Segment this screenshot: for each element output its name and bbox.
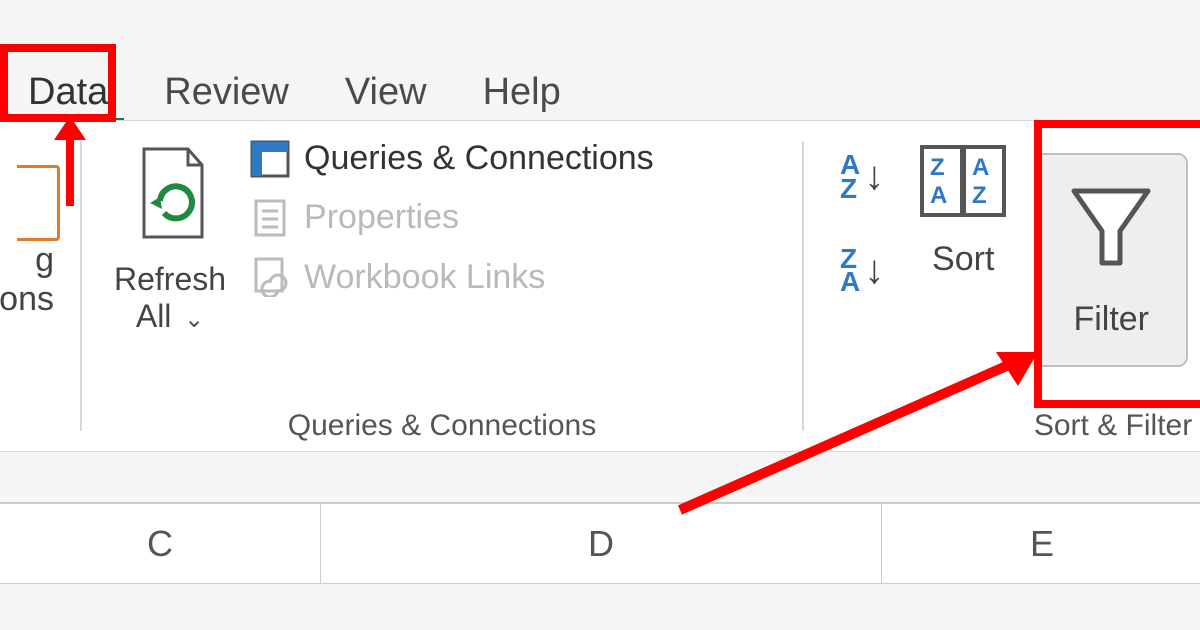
ribbon: g ons Refresh All ⌄ — [0, 120, 1200, 452]
refresh-icon — [130, 145, 210, 253]
queries-connections-button[interactable]: Queries & Connections — [250, 139, 654, 178]
group-queries-connections: Refresh All ⌄ Queries & Connections Prop… — [82, 121, 802, 451]
column-header-d[interactable]: D — [321, 504, 882, 584]
tab-review[interactable]: Review — [136, 71, 317, 120]
properties-icon — [250, 199, 290, 237]
queries-stack: Queries & Connections Properties Workboo… — [238, 135, 654, 297]
filter-button[interactable]: Filter — [1034, 153, 1188, 367]
svg-text:Z: Z — [972, 182, 987, 209]
funnel-icon — [1066, 181, 1156, 280]
group-label-queries: Queries & Connections — [102, 409, 782, 451]
partial-group-left: g ons — [0, 121, 80, 451]
ribbon-tabs: Data Review View Help — [0, 0, 1200, 120]
sort-button[interactable]: Z A A Z Sort — [900, 135, 1026, 279]
group-sort-filter: AZ ↓ ZA ↓ Z A A Z — [804, 121, 1200, 451]
workbook-links-icon — [250, 257, 290, 297]
tab-view[interactable]: View — [317, 71, 455, 120]
sort-ascending-button[interactable]: AZ ↓ — [840, 153, 884, 201]
column-header-c[interactable]: C — [0, 504, 321, 584]
sort-asc-icon: AZ — [840, 153, 860, 201]
tab-label: Data — [28, 71, 108, 113]
down-arrow-icon: ↓ — [864, 154, 884, 199]
refresh-all-button[interactable]: Refresh All ⌄ — [102, 135, 238, 335]
sort-icon: Z A A Z — [918, 141, 1008, 230]
svg-text:A: A — [930, 182, 947, 209]
column-header-e[interactable]: E — [882, 504, 1200, 584]
workbook-links-button: Workbook Links — [250, 257, 654, 297]
svg-text:A: A — [972, 154, 989, 181]
column-headers: C D E — [0, 502, 1200, 584]
chevron-down-icon: ⌄ — [177, 306, 204, 333]
sort-az-buttons: AZ ↓ ZA ↓ — [824, 135, 900, 294]
tab-help[interactable]: Help — [455, 71, 589, 120]
partial-label-line2: ons — [0, 280, 60, 319]
existing-connections-icon — [17, 165, 60, 241]
tab-data[interactable]: Data — [0, 71, 136, 120]
partial-label-line1: g — [35, 241, 60, 280]
queries-connections-icon — [250, 140, 290, 178]
down-arrow-icon: ↓ — [864, 248, 884, 293]
sort-descending-button[interactable]: ZA ↓ — [840, 247, 884, 295]
svg-text:Z: Z — [930, 154, 945, 181]
properties-button: Properties — [250, 198, 654, 237]
group-label-sort-filter: Sort & Filter — [824, 409, 1196, 451]
sort-desc-icon: ZA — [840, 247, 860, 295]
